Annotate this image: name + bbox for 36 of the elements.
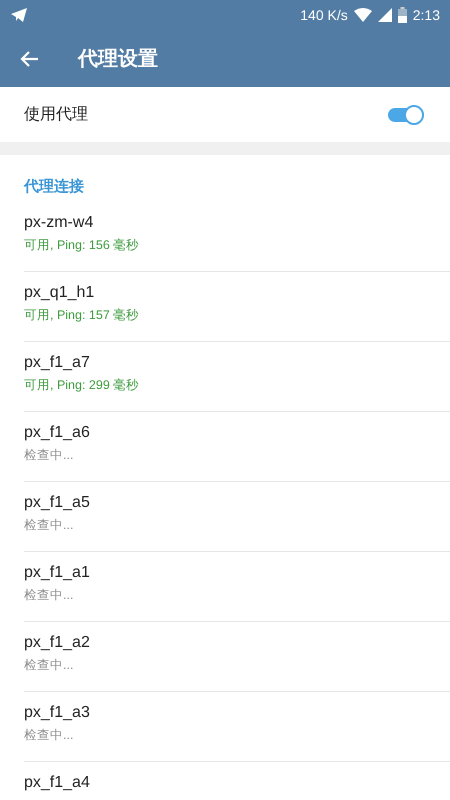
screen-title: 代理设置	[78, 45, 158, 72]
proxy-status: 可用, Ping: 299 毫秒	[24, 377, 140, 394]
proxy-item[interactable]: px_f1_a2 检查中...	[24, 622, 450, 692]
proxy-item[interactable]: px_f1_a3 检查中...	[24, 692, 450, 762]
battery-icon	[398, 7, 407, 23]
proxy-name: px_f1_a2	[24, 634, 91, 652]
proxy-name: px_f1_a7	[24, 354, 91, 372]
proxy-item[interactable]: px_f1_a5 检查中...	[24, 482, 450, 552]
proxy-status: 检查中...	[24, 447, 74, 464]
proxy-status: 检查中...	[24, 517, 74, 534]
network-speed: 140 K/s	[300, 7, 348, 23]
proxy-status: 检查中...	[24, 587, 74, 604]
proxy-name: px_f1_a1	[24, 564, 91, 582]
telegram-icon	[10, 7, 28, 23]
proxy-status: 可用, Ping: 157 毫秒	[24, 307, 140, 324]
proxy-item[interactable]: px_f1_a7 可用, Ping: 299 毫秒	[24, 342, 450, 412]
proxy-name: px_q1_h1	[24, 284, 96, 302]
proxy-name: px_f1_a3	[24, 704, 91, 722]
proxy-status: 检查中...	[24, 657, 74, 674]
signal-icon	[378, 8, 392, 22]
proxy-name: px_f1_a5	[24, 494, 91, 512]
proxy-name: px_f1_a6	[24, 424, 91, 442]
proxy-status: 检查中...	[24, 727, 74, 744]
use-proxy-label: 使用代理	[24, 104, 88, 125]
clock: 2:13	[412, 7, 440, 23]
proxy-item[interactable]: px_f1_a4	[24, 762, 450, 800]
proxy-name: px_f1_a4	[24, 774, 91, 792]
proxy-item[interactable]: px_f1_a6 检查中...	[24, 412, 450, 482]
proxy-item[interactable]: px_f1_a1 检查中...	[24, 552, 450, 622]
proxy-item[interactable]: px-zm-w4 可用, Ping: 156 毫秒	[24, 202, 450, 272]
proxy-status: 可用, Ping: 156 毫秒	[24, 237, 140, 254]
proxy-name: px-zm-w4	[24, 214, 94, 232]
proxy-item[interactable]: px_q1_h1 可用, Ping: 157 毫秒	[24, 272, 450, 342]
wifi-icon	[354, 8, 372, 22]
section-header: 代理连接	[22, 176, 85, 197]
proxy-toggle[interactable]	[388, 102, 426, 126]
